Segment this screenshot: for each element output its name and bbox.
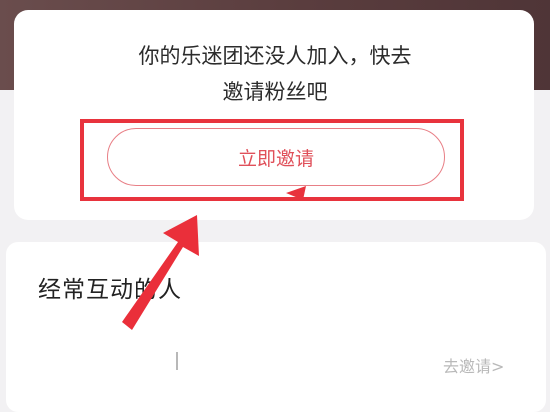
invite-message: 你的乐迷团还没人加入，快去 邀请粉丝吧 xyxy=(70,38,480,110)
section-title: 经常互动的人 xyxy=(38,277,182,303)
divider-mark xyxy=(176,352,178,370)
go-invite-link[interactable]: 去邀请> xyxy=(443,353,504,377)
interactions-card xyxy=(6,242,546,412)
invite-message-line1: 你的乐迷团还没人加入，快去 xyxy=(138,44,412,68)
invite-message-line2: 邀请粉丝吧 xyxy=(222,80,328,104)
highlight-box xyxy=(80,119,464,201)
